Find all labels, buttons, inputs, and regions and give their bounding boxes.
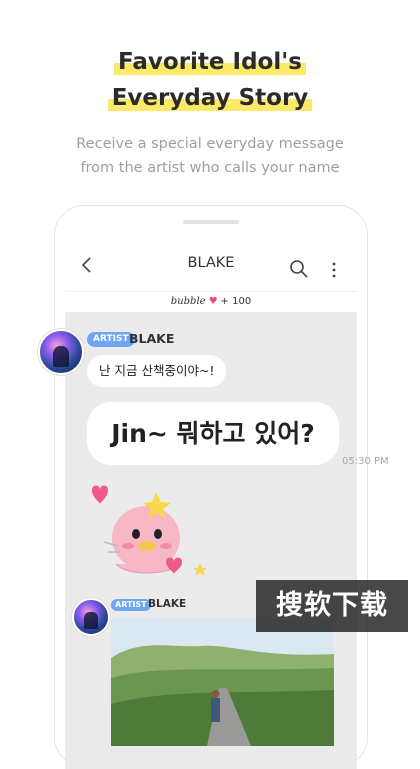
headline: Favorite Idol's Everyday Story <box>0 44 420 116</box>
artist-name: BLAKE <box>129 331 175 346</box>
subtitle-line-1: Receive a special everyday message <box>76 136 344 152</box>
artist-name: BLAKE <box>148 598 187 610</box>
subtitle-line-2: from the artist who calls your name <box>80 160 340 176</box>
artist-badge: ARTIST <box>111 599 151 611</box>
heart-icon: ♥ <box>208 296 218 307</box>
artist-badge: ARTIST <box>87 332 135 347</box>
photo-message[interactable] <box>111 618 334 746</box>
avatar[interactable] <box>38 329 84 375</box>
avatar[interactable] <box>72 598 110 636</box>
bubble-count: + 100 <box>220 296 252 307</box>
more-vertical-icon[interactable] <box>331 261 337 279</box>
subtitle: Receive a special everyday message from … <box>0 132 420 180</box>
message-timestamp: 05:30 PM <box>342 456 389 467</box>
bubble-count-bar: bubble ♥ + 100 <box>65 292 357 313</box>
sticker-character-icon <box>92 485 207 576</box>
chat-title: BLAKE <box>187 255 235 271</box>
app-bar: BLAKE <box>65 239 357 292</box>
headline-line-1: Favorite Idol's <box>114 44 306 80</box>
message-bubble: 난 지금 산책중이야~! <box>87 355 227 387</box>
search-icon[interactable] <box>289 259 309 279</box>
phone-speaker <box>183 220 239 224</box>
message-bubble-large: Jin~ 뭐하고 있어? <box>87 402 339 465</box>
bubble-brand: bubble <box>170 296 206 307</box>
headline-line-2: Everyday Story <box>107 80 313 116</box>
watermark-overlay: 搜软下载 <box>256 580 408 632</box>
